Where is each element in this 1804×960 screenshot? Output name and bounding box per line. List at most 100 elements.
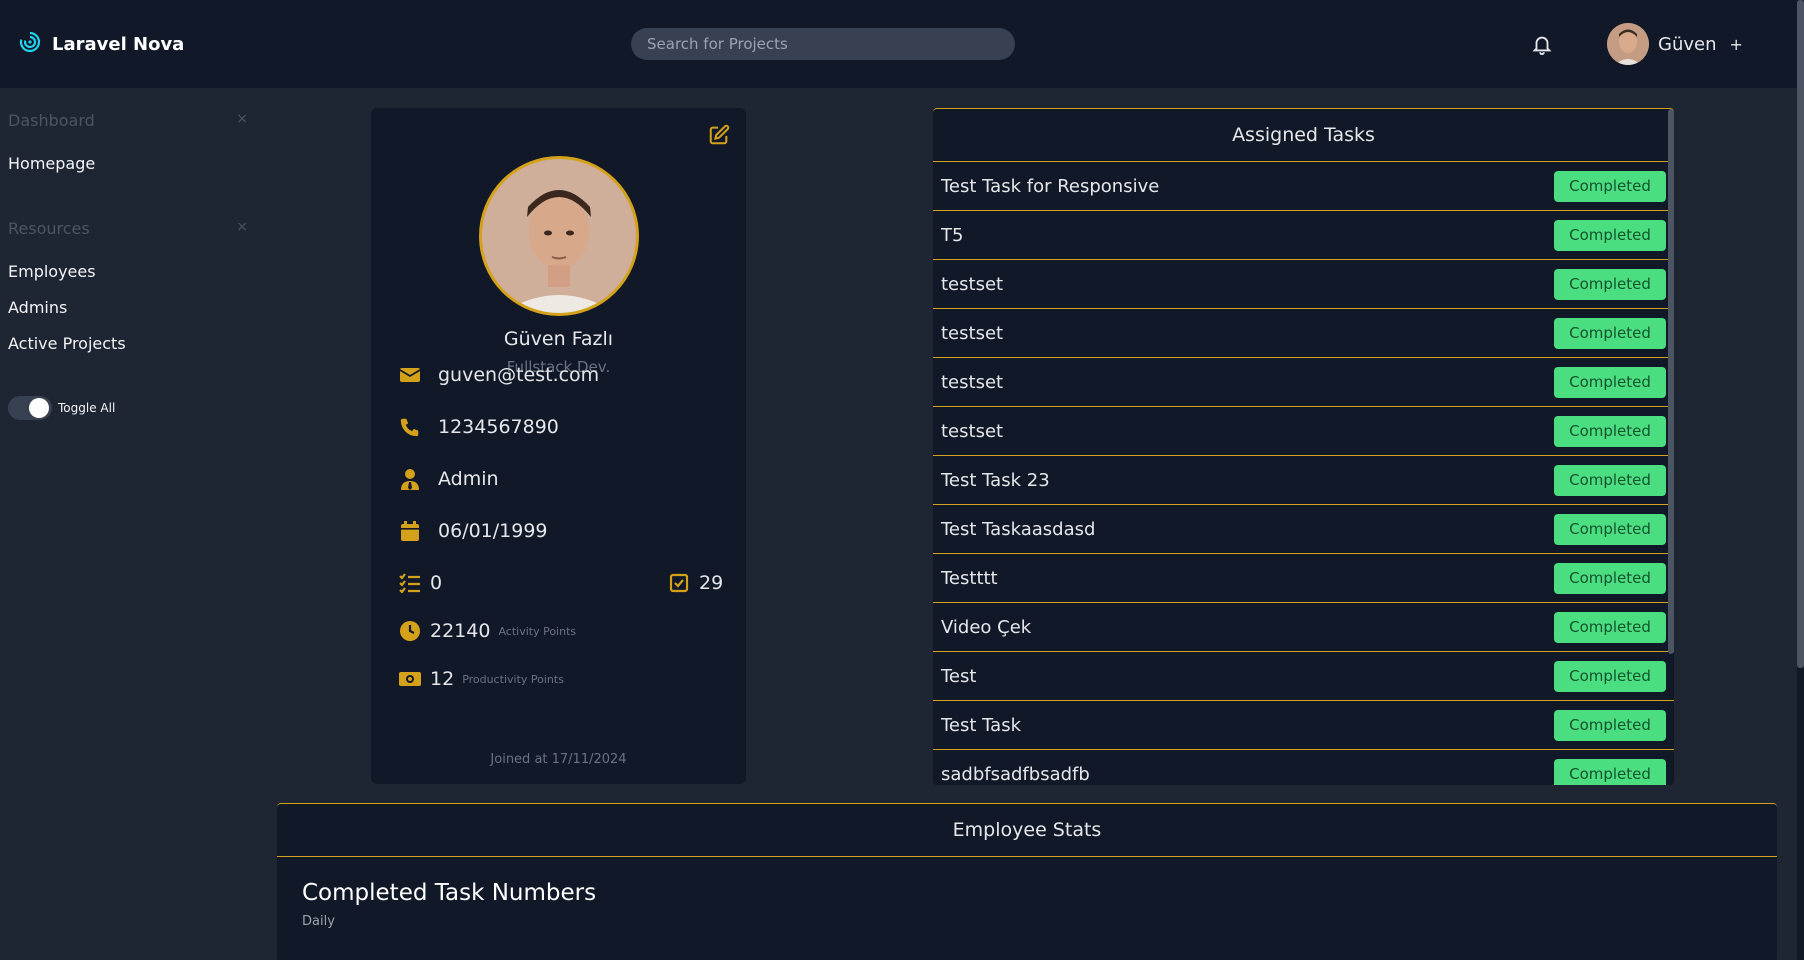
table-row[interactable]: testset Completed: [933, 407, 1674, 456]
search-input[interactable]: [631, 28, 1015, 60]
table-row[interactable]: Video Çek Completed: [933, 603, 1674, 652]
table-row[interactable]: Test Task for Responsive Completed: [933, 162, 1674, 211]
task-name: Test: [941, 665, 977, 687]
status-badge: Completed: [1554, 219, 1666, 251]
task-name: Test Task 23: [941, 469, 1050, 491]
profile-name: Güven Fazlı: [503, 328, 614, 350]
status-badge: Completed: [1554, 366, 1666, 398]
joined-date: Joined at 17/11/2024: [490, 752, 627, 767]
avatar: [1607, 23, 1649, 65]
task-list: Test Task for Responsive Completed T5 Compl…: [933, 162, 1674, 785]
task-name: Testttt: [941, 567, 998, 589]
chart-subtitle: Daily: [302, 914, 335, 929]
profile-birthdate-row: 06/01/1999: [398, 520, 548, 542]
app-title: Laravel Nova: [52, 33, 185, 55]
profile-avatar: [479, 156, 639, 316]
productivity-points-label: Productivity Points: [462, 672, 564, 686]
calendar-icon: [398, 520, 422, 542]
table-row[interactable]: Test Taskaasdasd Completed: [933, 505, 1674, 554]
status-badge: Completed: [1554, 513, 1666, 545]
employee-stats-title: Employee Stats: [277, 804, 1777, 857]
money-bill-icon: [398, 670, 422, 688]
profile-card: Güven Fazlı Fullstack Dev. guven@test.co…: [371, 108, 746, 784]
table-row[interactable]: sadbfsadfbsadfb Completed: [933, 750, 1674, 785]
table-row[interactable]: testset Completed: [933, 260, 1674, 309]
status-badge: Completed: [1554, 170, 1666, 202]
task-name: testset: [941, 273, 1004, 295]
collapse-icon[interactable]: ×: [236, 219, 248, 238]
list-check-icon: [398, 573, 422, 593]
profile-phone: 1234567890: [438, 416, 559, 438]
nova-spiral-icon: [18, 30, 42, 58]
table-row[interactable]: T5 Completed: [933, 211, 1674, 260]
sidebar-item-homepage[interactable]: Homepage: [8, 154, 95, 173]
profile-email-row: guven@test.com: [398, 364, 599, 386]
bell-icon[interactable]: [1531, 32, 1553, 60]
assigned-tasks-panel[interactable]: Assigned Tasks Test Task for Responsive C…: [933, 108, 1674, 785]
task-name: sadbfsadfbsadfb: [941, 763, 1090, 785]
status-badge: Completed: [1554, 464, 1666, 496]
toggle-all-label: Toggle All: [58, 401, 116, 415]
sidebar-section-title: Dashboard: [8, 111, 95, 130]
page-scrollbar[interactable]: [1797, 0, 1804, 960]
completed-tasks-row: 29: [667, 572, 723, 594]
sidebar-section-resources[interactable]: Resources ×: [8, 219, 248, 238]
status-badge: Completed: [1554, 709, 1666, 741]
edit-icon[interactable]: [708, 124, 730, 150]
status-badge: Completed: [1554, 317, 1666, 349]
sidebar: Dashboard × Homepage Resources × Employe…: [0, 88, 260, 960]
sidebar-item-employees[interactable]: Employees: [8, 262, 96, 281]
task-name: Test Task: [941, 714, 1022, 736]
employee-stats-panel: Employee Stats Completed Task Numbers Da…: [277, 803, 1777, 960]
table-row[interactable]: Testttt Completed: [933, 554, 1674, 603]
table-row[interactable]: Test Task Completed: [933, 701, 1674, 750]
envelope-icon: [398, 366, 422, 384]
profile-phone-row: 1234567890: [398, 416, 559, 438]
sidebar-section-title: Resources: [8, 219, 90, 238]
table-row[interactable]: testset Completed: [933, 309, 1674, 358]
square-check-icon: [667, 573, 691, 593]
task-name: Test Taskaasdasd: [941, 518, 1096, 540]
open-tasks-count: 0: [430, 572, 443, 594]
status-badge: Completed: [1554, 660, 1666, 692]
brand-logo[interactable]: Laravel Nova: [18, 30, 184, 58]
productivity-points-value: 12: [430, 668, 455, 690]
top-navbar: Laravel Nova Güven +: [0, 0, 1804, 88]
table-row[interactable]: testset Completed: [933, 358, 1674, 407]
activity-points-value: 22140: [430, 620, 491, 642]
user-name: Güven: [1658, 33, 1717, 55]
assigned-tasks-title: Assigned Tasks: [933, 109, 1674, 162]
productivity-points-row: 12 Productivity Points: [398, 668, 564, 690]
profile-position: Admin: [438, 468, 499, 490]
open-tasks-row: 0: [398, 572, 442, 594]
sidebar-item-active-projects[interactable]: Active Projects: [8, 334, 126, 353]
clock-icon: [398, 620, 422, 642]
table-row[interactable]: Test Task 23 Completed: [933, 456, 1674, 505]
profile-email: guven@test.com: [438, 364, 600, 386]
completed-tasks-count: 29: [699, 572, 724, 594]
tasks-scrollbar[interactable]: [1668, 109, 1674, 654]
toggle-all-switch[interactable]: [8, 396, 52, 420]
chart-title: Completed Task Numbers: [302, 880, 597, 906]
activity-points-label: Activity Points: [498, 624, 577, 638]
status-badge: Completed: [1554, 268, 1666, 300]
table-row[interactable]: Test Completed: [933, 652, 1674, 701]
user-plus: +: [1729, 34, 1743, 54]
sidebar-section-dashboard[interactable]: Dashboard ×: [8, 111, 248, 130]
user-tie-icon: [398, 468, 422, 490]
task-name: T5: [941, 224, 964, 246]
sidebar-item-admins[interactable]: Admins: [8, 298, 67, 317]
user-menu[interactable]: Güven +: [1607, 23, 1743, 65]
status-badge: Completed: [1554, 562, 1666, 594]
toggle-all-row[interactable]: Toggle All: [8, 396, 115, 420]
collapse-icon[interactable]: ×: [236, 111, 248, 130]
activity-points-row: 22140 Activity Points: [398, 620, 576, 642]
phone-icon: [398, 416, 422, 438]
profile-birthdate: 06/01/1999: [438, 520, 548, 542]
status-badge: Completed: [1554, 611, 1666, 643]
task-name: Video Çek: [941, 616, 1032, 638]
task-name: testset: [941, 371, 1004, 393]
task-name: testset: [941, 322, 1004, 344]
profile-position-row: Admin: [398, 468, 499, 490]
task-name: testset: [941, 420, 1004, 442]
